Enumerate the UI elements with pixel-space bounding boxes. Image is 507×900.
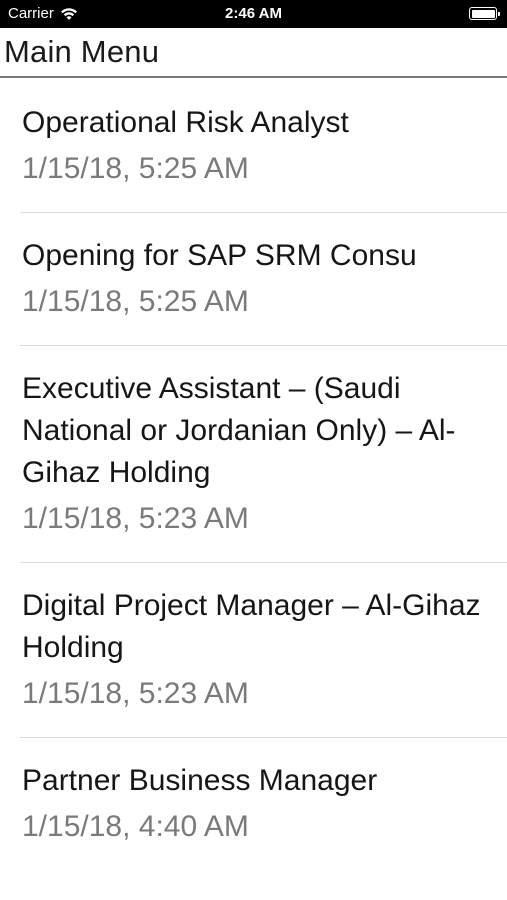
item-title: Digital Project Manager – Al-Gihaz Holdi… [22, 589, 481, 664]
list-item[interactable]: Partner Business Manager 1/15/18, 4:40 A… [20, 738, 507, 870]
list-item[interactable]: Digital Project Manager – Al-Gihaz Holdi… [20, 563, 507, 738]
job-list: Operational Risk Analyst 1/15/18, 5:25 A… [0, 80, 507, 870]
page-title: Main Menu [4, 34, 160, 69]
list-item[interactable]: Executive Assistant – (Saudi National or… [20, 346, 507, 563]
item-date: 1/15/18, 5:23 AM [22, 502, 249, 535]
item-title: Opening for SAP SRM Consu [22, 239, 417, 272]
item-title: Operational Risk Analyst [22, 106, 349, 139]
battery-level [471, 9, 495, 18]
item-date: 1/15/18, 5:25 AM [22, 152, 249, 185]
status-bar: Carrier 2:46 AM [0, 0, 507, 28]
item-title: Executive Assistant – (Saudi National or… [22, 372, 456, 489]
item-date: 1/15/18, 4:40 AM [22, 810, 249, 843]
list-item[interactable]: Operational Risk Analyst 1/15/18, 5:25 A… [20, 80, 507, 213]
battery-icon [469, 7, 500, 20]
item-date: 1/15/18, 5:25 AM [22, 285, 249, 318]
item-title: Partner Business Manager [22, 764, 378, 797]
nav-header: Main Menu [0, 28, 507, 78]
item-date: 1/15/18, 5:23 AM [22, 677, 249, 710]
list-item[interactable]: Opening for SAP SRM Consu 1/15/18, 5:25 … [20, 213, 507, 346]
status-time: 2:46 AM [225, 5, 282, 22]
